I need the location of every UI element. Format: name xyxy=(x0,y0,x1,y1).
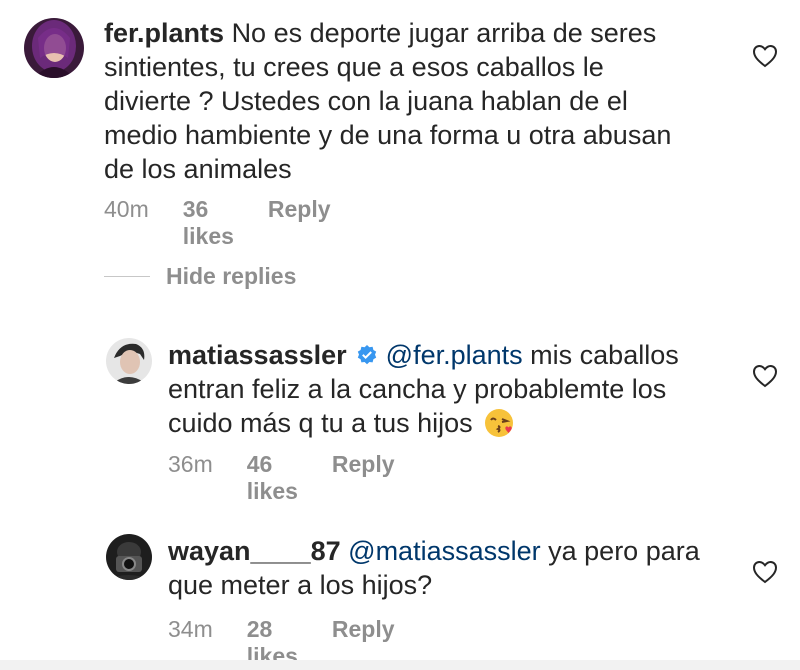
reply-text: matiassassler @fer.plants mis caballos e… xyxy=(168,338,748,440)
verified-badge-icon xyxy=(357,345,377,365)
heart-outline-icon[interactable] xyxy=(752,364,778,388)
avatar-image xyxy=(24,18,84,78)
reply-meta: 36m 46 likes Reply xyxy=(168,451,429,505)
divider xyxy=(104,276,150,277)
comment-likes[interactable]: 36 likes xyxy=(183,196,234,250)
avatar-image xyxy=(106,338,152,384)
comment-time: 40m xyxy=(104,196,149,222)
reply-username[interactable]: matiassassler xyxy=(168,340,347,370)
reply-username[interactable]: wayan____87 xyxy=(168,536,341,566)
reply-line-2: entran feliz a la cancha y probablemte l… xyxy=(168,374,667,404)
mention-link[interactable]: @matiassassler xyxy=(348,536,540,566)
kissing-face-emoji xyxy=(485,409,514,437)
reply-button[interactable]: Reply xyxy=(332,451,395,505)
reply-line-1: mis caballos xyxy=(530,340,679,370)
mention-link[interactable]: @fer.plants xyxy=(386,340,523,370)
avatar[interactable] xyxy=(106,338,152,384)
comment-username[interactable]: fer.plants xyxy=(104,18,224,48)
comment-text: fer.plants No es deporte jugar arriba de… xyxy=(104,16,744,186)
comment-line-3: divierte ? Ustedes con la juana hablan d… xyxy=(104,86,628,116)
reply-text: wayan____87 @matiassassler ya pero para … xyxy=(168,534,748,602)
reply-button[interactable]: Reply xyxy=(268,196,331,250)
avatar[interactable] xyxy=(24,18,84,78)
comment-line-2: sintientes, tu crees que a esos caballos… xyxy=(104,52,604,82)
avatar-image xyxy=(106,534,152,580)
avatar[interactable] xyxy=(106,534,152,580)
heart-outline-icon[interactable] xyxy=(752,44,778,68)
comment-line-5: de los animales xyxy=(104,154,292,184)
reply-line-3: cuido más q tu a tus hijos xyxy=(168,408,473,438)
bottom-divider xyxy=(0,660,800,670)
reply-time: 36m xyxy=(168,451,213,477)
reply-line-1: ya pero para xyxy=(548,536,700,566)
hide-replies-label[interactable]: Hide replies xyxy=(166,263,296,290)
reply-likes[interactable]: 46 likes xyxy=(247,451,298,505)
comment-meta: 40m 36 likes Reply xyxy=(104,196,365,250)
reply-line-2: que meter a los hijos? xyxy=(168,570,433,600)
heart-outline-icon[interactable] xyxy=(752,560,778,584)
comment-line-4: medio hambiente y de una forma u otra ab… xyxy=(104,120,672,150)
comment-line-1: No es deporte jugar arriba de seres xyxy=(231,18,657,48)
hide-replies-toggle[interactable]: Hide replies xyxy=(104,263,296,290)
